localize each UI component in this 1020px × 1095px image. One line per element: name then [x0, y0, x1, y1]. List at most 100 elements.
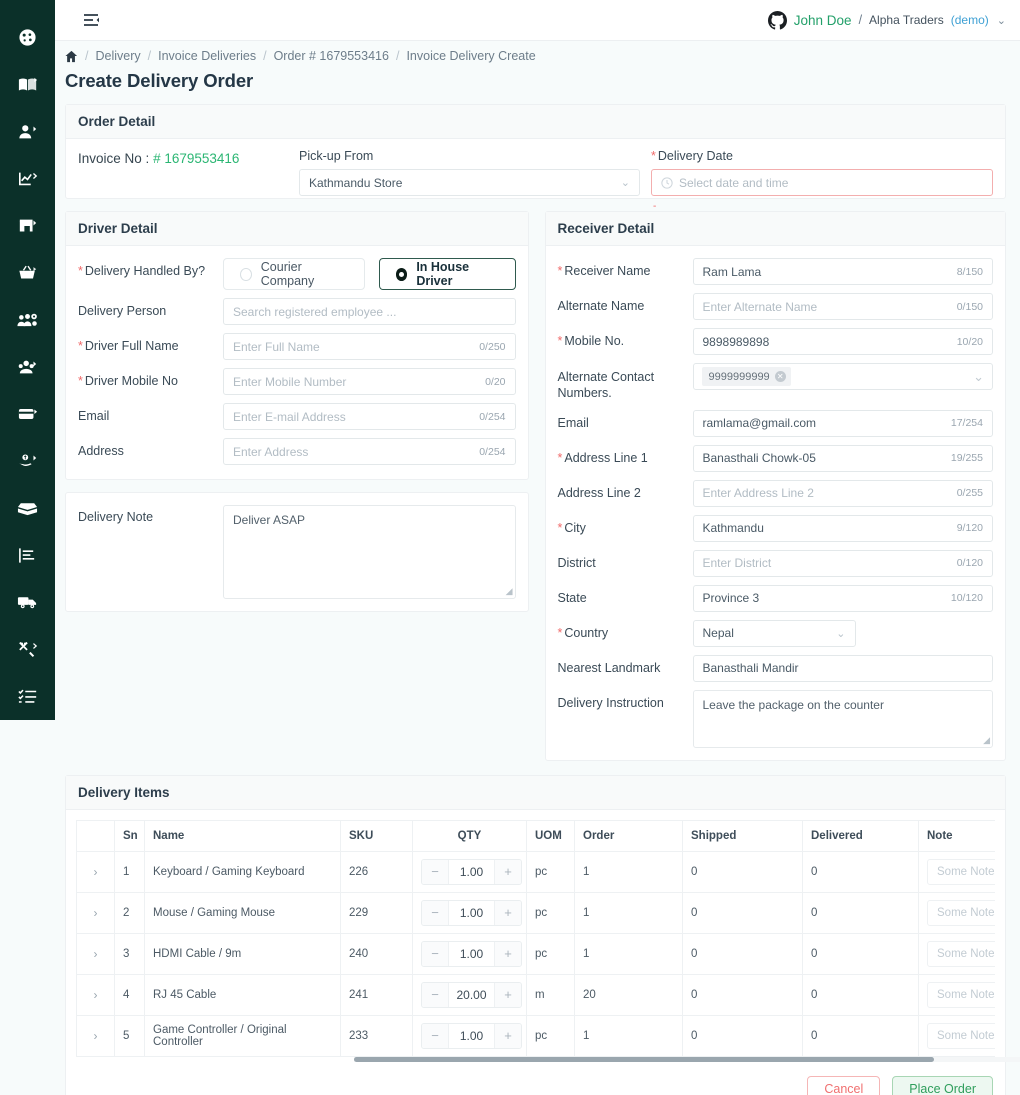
district-input[interactable]: Enter District 0/120	[692, 549, 993, 577]
cell-order: 1	[574, 1014, 683, 1057]
qty-value[interactable]: 20.00	[448, 982, 495, 1007]
qty-decrement-button[interactable]: −	[422, 982, 448, 1007]
qty-decrement-button[interactable]: −	[422, 1023, 448, 1048]
qty-value[interactable]: 1.00	[448, 1023, 495, 1048]
sidebar-item-sales[interactable]	[0, 249, 55, 296]
qty-stepper[interactable]: −1.00 +	[421, 940, 522, 967]
driver-full-name-input[interactable]: Enter Full Name 0/250	[223, 333, 516, 360]
table-row: › 2 Mouse / Gaming Mouse 229−1.00 + pc 1 0 0 Some…	[76, 891, 995, 934]
receiver-email-input[interactable]: ramlama@gmail.com 17/254	[692, 409, 993, 437]
breadcrumb-item-invoice-deliveries[interactable]: Invoice Deliveries	[158, 49, 256, 63]
sidebar-item-inventory[interactable]	[0, 485, 55, 532]
address-line-2-input[interactable]: Enter Address Line 2 0/255	[692, 479, 993, 507]
delivery-note-textarea[interactable]: Deliver ASAP ◢	[223, 505, 516, 599]
col-sku: SKU	[340, 819, 413, 852]
receiver-mobile-input[interactable]: 9898989898 10/20	[692, 328, 993, 355]
sidebar-item-dashboard[interactable]	[0, 14, 55, 61]
delivery-date-input[interactable]: Select date and time	[651, 169, 993, 196]
sidebar-item-catalog[interactable]	[0, 61, 55, 108]
sidebar-item-delivery[interactable]	[0, 579, 55, 626]
chevron-down-icon: ⌄	[620, 177, 630, 189]
topbar: John Doe / Alpha Traders (demo) ⌄	[55, 0, 1020, 41]
cancel-button[interactable]: Cancel	[807, 1075, 881, 1095]
state-input[interactable]: Province 3 10/120	[692, 584, 993, 612]
alternate-name-row: Alternate Name Enter Alternate Name 0/15…	[558, 293, 993, 320]
sidebar-item-expenses[interactable]	[0, 438, 55, 485]
qty-value[interactable]: 1.00	[448, 859, 495, 884]
sidebar-item-stores[interactable]	[0, 202, 55, 249]
sidebar-item-suppliers[interactable]	[0, 343, 55, 390]
address-line-2-label: Address Line 2	[557, 485, 641, 500]
sidebar-item-settings[interactable]	[0, 626, 55, 673]
city-input[interactable]: Kathmandu 9/120	[692, 514, 993, 542]
receiver-name-input[interactable]: Ram Lama 8/150	[692, 258, 993, 285]
row-expand-toggle[interactable]: ›	[76, 850, 115, 893]
sidebar-item-tasks[interactable]	[0, 673, 55, 720]
user-account-menu[interactable]: John Doe / Alpha Traders (demo) ⌄	[767, 10, 1006, 30]
collapse-sidebar-icon[interactable]	[81, 9, 103, 31]
cell-qty: −1.00 +	[412, 850, 527, 893]
scrollbar-thumb[interactable]	[354, 1056, 934, 1062]
delivery-instruction-textarea[interactable]: Leave the package on the counter ◢	[692, 689, 993, 748]
qty-stepper[interactable]: −1.00 +	[421, 1022, 522, 1049]
row-expand-toggle[interactable]: ›	[76, 932, 115, 975]
note-input[interactable]: Some Notes	[927, 899, 995, 926]
bar-report-icon	[19, 548, 35, 563]
delivery-items-title: Delivery Items	[66, 775, 1005, 810]
remove-tag-icon[interactable]: ✕	[774, 371, 786, 382]
row-expand-toggle[interactable]: ›	[76, 1014, 115, 1057]
sidebar-item-team[interactable]	[0, 296, 55, 343]
row-expand-toggle[interactable]: ›	[76, 973, 115, 1016]
driver-address-input[interactable]: Enter Address 0/254	[223, 438, 516, 465]
resize-grip-icon[interactable]: ◢	[983, 735, 990, 746]
resize-grip-icon[interactable]: ◢	[506, 586, 513, 597]
qty-increment-button[interactable]: +	[495, 941, 521, 966]
sidebar-item-customers[interactable]	[0, 108, 55, 155]
place-order-button[interactable]: Place Order	[892, 1075, 993, 1095]
radio-in-house-driver[interactable]: In House Driver	[378, 258, 516, 290]
qty-value[interactable]: 1.00	[448, 900, 495, 925]
qty-decrement-button[interactable]: −	[422, 900, 448, 925]
address-line-2-row: Address Line 2 Enter Address Line 2 0/25…	[557, 479, 993, 507]
note-input[interactable]: Some Notes	[927, 981, 995, 1008]
sidebar-item-payments[interactable]	[0, 391, 55, 438]
home-icon[interactable]	[65, 50, 78, 63]
driver-email-input[interactable]: Enter E-mail Address 0/254	[223, 403, 516, 430]
delivery-person-input[interactable]: Search registered employee ...	[223, 298, 516, 325]
country-value: Nepal	[702, 626, 734, 640]
qty-increment-button[interactable]: +	[495, 982, 521, 1007]
delivery-items-table-scroll[interactable]: Sn Name SKU QTY UOM Order Shipped Delive…	[76, 819, 995, 1057]
country-select[interactable]: Nepal ⌄	[692, 619, 856, 647]
sidebar-item-reports[interactable]	[0, 155, 55, 202]
handled-by-label: * Delivery Handled By?	[78, 264, 206, 278]
landmark-input[interactable]: Banasthali Mandir	[692, 654, 993, 682]
note-input[interactable]: Some Notes	[927, 858, 995, 885]
qty-value[interactable]: 1.00	[448, 941, 495, 966]
horizontal-scrollbar[interactable]	[354, 1056, 1020, 1062]
address-line-1-input[interactable]: Banasthali Chowk-05 19/255	[692, 444, 993, 472]
chevron-down-icon[interactable]: ⌄	[997, 14, 1006, 27]
sidebar-item-statements[interactable]	[0, 532, 55, 579]
breadcrumb-item-delivery[interactable]: Delivery	[95, 49, 140, 63]
note-input[interactable]: Some Notes	[927, 1022, 995, 1049]
radio-courier-company[interactable]: Courier Company	[223, 258, 365, 290]
qty-decrement-button[interactable]: −	[422, 859, 448, 884]
alternate-name-input[interactable]: Enter Alternate Name 0/150	[692, 293, 993, 320]
receiver-name-counter: 8/150	[956, 265, 983, 278]
qty-stepper[interactable]: −1.00 +	[421, 858, 522, 885]
row-expand-toggle[interactable]: ›	[76, 891, 115, 934]
org-name: Alpha Traders	[869, 13, 944, 27]
qty-stepper[interactable]: −1.00 +	[421, 899, 522, 926]
qty-stepper[interactable]: −20.00 +	[421, 981, 522, 1008]
qty-decrement-button[interactable]: −	[422, 941, 448, 966]
qty-increment-button[interactable]: +	[495, 1023, 521, 1048]
driver-mobile-input[interactable]: Enter Mobile Number 0/20	[223, 368, 516, 395]
note-input[interactable]: Some Notes	[927, 940, 995, 967]
qty-increment-button[interactable]: +	[495, 859, 521, 884]
cell-delivered: 0	[802, 1014, 919, 1057]
qty-increment-button[interactable]: +	[495, 900, 521, 925]
breadcrumb-item-order[interactable]: Order # 1679553416	[274, 49, 389, 63]
alternate-contact-select[interactable]: 9999999999 ✕ ⌄	[692, 363, 993, 390]
alternate-name-placeholder: Enter Alternate Name	[702, 299, 818, 314]
pickup-from-select[interactable]: Kathmandu Store ⌄	[299, 169, 640, 196]
